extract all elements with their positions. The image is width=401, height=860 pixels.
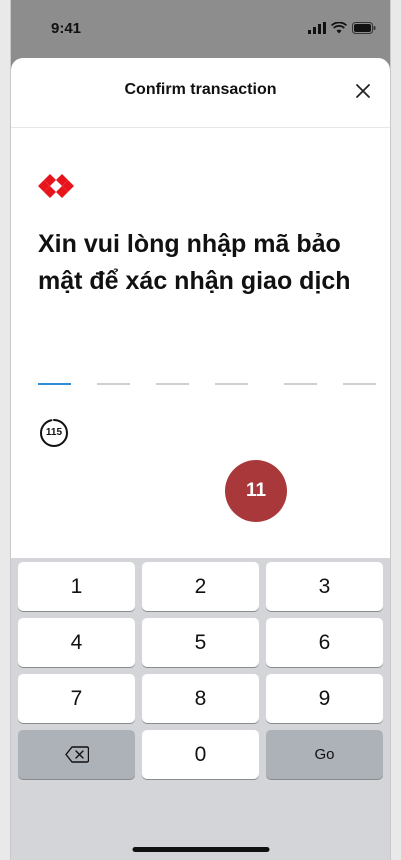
key-0[interactable]: 0 [142, 730, 259, 779]
sheet-title: Confirm transaction [124, 81, 277, 98]
otp-slot-2[interactable] [97, 383, 130, 385]
step-badge: 11 [225, 460, 287, 522]
go-key[interactable]: Go [266, 730, 383, 779]
countdown-timer: 115 [39, 418, 69, 448]
key-6[interactable]: 6 [266, 618, 383, 667]
sheet-header: Confirm transaction [11, 58, 390, 128]
key-9[interactable]: 9 [266, 674, 383, 723]
otp-slot-3[interactable] [156, 383, 189, 385]
otp-slot-4[interactable] [215, 383, 248, 385]
bank-logo [38, 174, 74, 198]
key-4[interactable]: 4 [18, 618, 135, 667]
key-7[interactable]: 7 [18, 674, 135, 723]
key-1[interactable]: 1 [18, 562, 135, 611]
status-time: 9:41 [51, 20, 82, 37]
key-2[interactable]: 2 [142, 562, 259, 611]
key-5[interactable]: 5 [142, 618, 259, 667]
timer-seconds: 115 [45, 427, 63, 438]
otp-input[interactable] [38, 383, 376, 385]
home-indicator [132, 847, 269, 852]
otp-slot-6[interactable] [343, 383, 376, 385]
device-frame: 9:41 Confirm transaction Xin vui lòng nh… [10, 0, 391, 860]
close-icon[interactable] [352, 80, 374, 102]
battery-icon [352, 22, 376, 34]
numeric-keypad: 1 2 3 4 5 6 7 8 9 0 Go [11, 558, 390, 860]
keypad-grid: 1 2 3 4 5 6 7 8 9 0 Go [18, 562, 383, 779]
page-heading: Xin vui lòng nhập mã bảo mật để xác nhận… [38, 230, 351, 295]
key-3[interactable]: 3 [266, 562, 383, 611]
otp-slot-1[interactable] [38, 383, 71, 385]
otp-slot-5[interactable] [284, 383, 317, 385]
delete-key[interactable] [18, 730, 135, 779]
backspace-icon [64, 746, 89, 763]
signal-icon [308, 22, 326, 34]
key-8[interactable]: 8 [142, 674, 259, 723]
status-bar: 9:41 [11, 0, 390, 60]
status-icons [308, 22, 376, 34]
wifi-icon [331, 22, 347, 34]
